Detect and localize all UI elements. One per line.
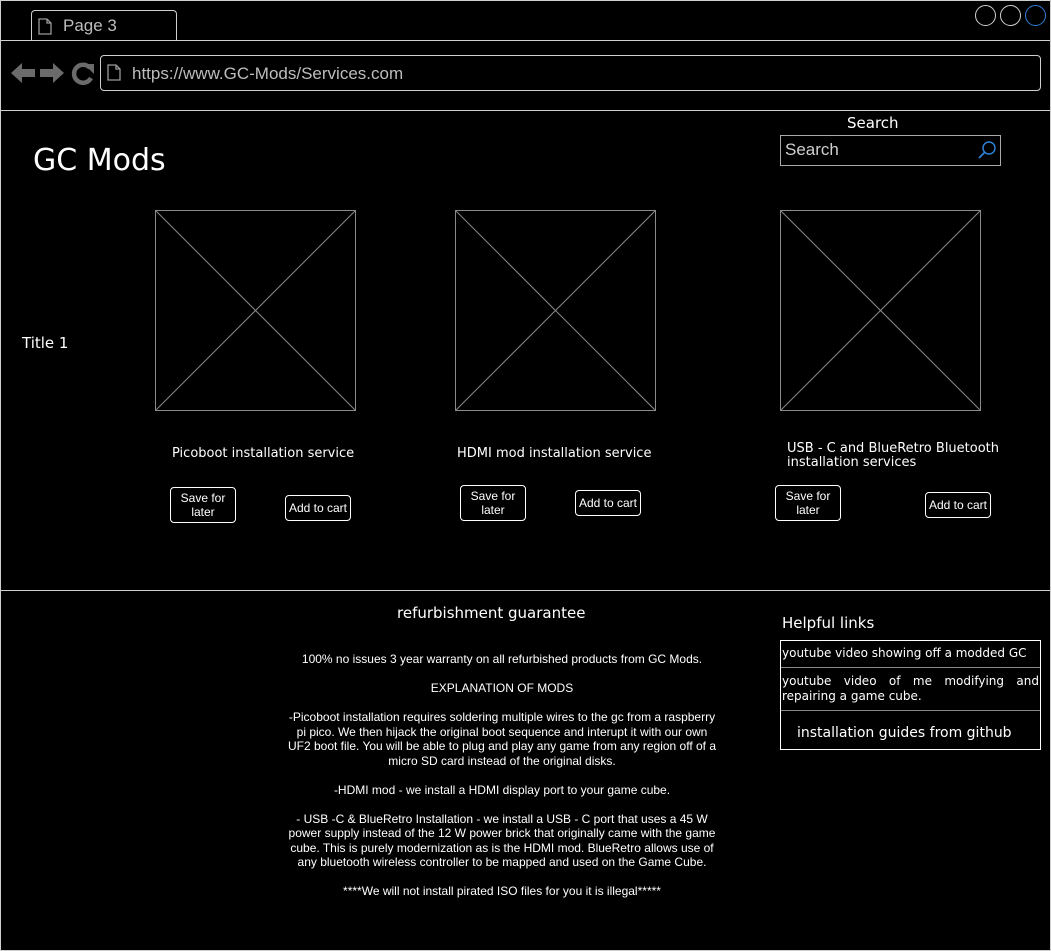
site-logo: GC Mods — [33, 143, 166, 178]
helpful-links-list: youtube video showing off a modded GC yo… — [780, 640, 1041, 750]
maximize-button[interactable] — [1000, 5, 1021, 26]
helpful-links-title: Helpful links — [782, 614, 875, 632]
browser-tab[interactable]: Page 3 — [31, 10, 177, 41]
link-separator — [781, 710, 1040, 711]
explanation-heading: EXPLANATION OF MODS — [430, 681, 574, 695]
add-to-cart-button[interactable]: Add to cart — [575, 490, 641, 516]
tab-bar-divider — [0, 40, 1051, 41]
helpful-link[interactable]: youtube video showing off a modded GC — [781, 646, 1040, 661]
piracy-notice: ****We will not install pirated ISO file… — [343, 884, 661, 898]
product-image-placeholder — [155, 210, 356, 411]
helpful-link[interactable]: installation guides from github — [781, 726, 1040, 741]
product-name: HDMI mod installation service — [457, 446, 652, 461]
refresh-icon[interactable] — [70, 60, 96, 86]
usbc-explanation: - USB -C & BlueRetro Installation - we i… — [288, 811, 716, 870]
save-for-later-button[interactable]: Save for later — [170, 487, 236, 523]
page-icon — [107, 64, 121, 81]
search-box[interactable] — [780, 135, 1001, 166]
product-name: Picoboot installation service — [172, 446, 355, 461]
page-icon — [38, 18, 52, 35]
add-to-cart-button[interactable]: Add to cart — [285, 495, 351, 521]
search-label: Search — [847, 114, 899, 132]
close-button[interactable] — [1025, 5, 1046, 26]
address-bar[interactable]: https://www.GC-Mods/Services.com — [100, 55, 1041, 91]
forward-arrow-icon[interactable] — [39, 60, 65, 86]
save-for-later-button[interactable]: Save for later — [775, 485, 841, 521]
helpful-link[interactable]: youtube video of me modifying and repair… — [781, 674, 1040, 703]
search-icon[interactable] — [977, 140, 997, 160]
section-divider — [0, 590, 1051, 591]
address-bar-divider — [0, 110, 1051, 111]
guarantee-title: refurbishment guarantee — [397, 604, 586, 622]
product-image-placeholder — [780, 210, 981, 411]
save-for-later-button[interactable]: Save for later — [460, 485, 526, 521]
url-text: https://www.GC-Mods/Services.com — [132, 64, 404, 83]
back-arrow-icon[interactable] — [10, 60, 36, 86]
search-input[interactable] — [785, 139, 970, 161]
link-separator — [781, 667, 1040, 668]
picoboot-explanation: -Picoboot installation requires solderin… — [287, 710, 717, 768]
product-image-placeholder — [455, 210, 656, 411]
section-title: Title 1 — [22, 334, 69, 352]
hdmi-explanation: -HDMI mod - we install a HDMI display po… — [333, 782, 671, 797]
add-to-cart-button[interactable]: Add to cart — [925, 492, 991, 518]
tab-title: Page 3 — [63, 16, 117, 35]
guarantee-text: 100% no issues 3 year warranty on all re… — [262, 652, 742, 913]
product-name: USB - C and BlueRetro Bluetooth installa… — [787, 441, 1000, 470]
minimize-button[interactable] — [975, 5, 996, 26]
warranty-text: 100% no issues 3 year warranty on all re… — [301, 652, 703, 666]
